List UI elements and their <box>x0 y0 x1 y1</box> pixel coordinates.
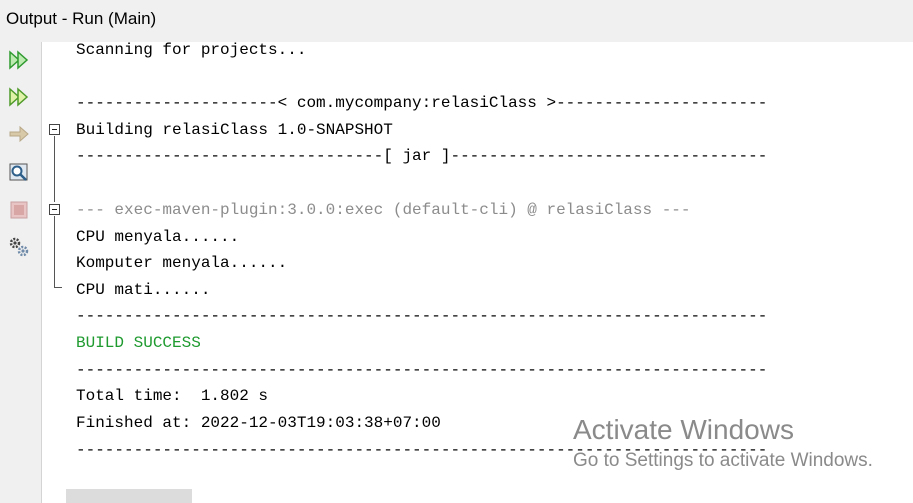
rerun-goals-button[interactable] <box>5 83 33 111</box>
output-line: ---------------------< com.mycompany:rel… <box>76 94 768 112</box>
build-status-line: BUILD SUCCESS <box>76 334 201 352</box>
fold-line-exec <box>54 216 55 287</box>
output-toolbar <box>0 40 40 503</box>
output-line: Total time: 1.802 s <box>76 387 269 405</box>
settings-icon <box>8 236 30 258</box>
resume-arrow-icon <box>8 123 30 145</box>
horizontal-scrollbar-thumb[interactable] <box>66 489 192 503</box>
fold-toggle-exec[interactable] <box>49 204 60 215</box>
stop-button[interactable] <box>5 196 33 224</box>
watermark-title: Activate Windows <box>573 414 794 445</box>
output-line: Building relasiClass 1.0-SNAPSHOT <box>76 121 393 139</box>
output-line: ----------------------------------------… <box>76 307 768 325</box>
output-window: Output - Run (Main) Scanning for project… <box>0 0 913 503</box>
output-line: CPU menyala...... <box>76 228 240 246</box>
magnifier-window-icon <box>8 161 30 183</box>
output-line: ----------------------------------------… <box>76 361 768 379</box>
output-line: Finished at: 2022-12-03T19:03:38+07:00 <box>76 414 441 432</box>
activate-windows-watermark: Activate Windows Go to Settings to activ… <box>573 413 873 473</box>
show-output-button[interactable] <box>5 158 33 186</box>
output-line: --------------------------------[ jar ]-… <box>76 147 768 165</box>
fold-toggle-build[interactable] <box>49 124 60 135</box>
fold-line-build <box>54 136 55 202</box>
output-line: Komputer menyala...... <box>76 254 288 272</box>
rerun-button[interactable] <box>5 46 33 74</box>
fold-end-exec <box>54 287 62 288</box>
fold-gutter <box>42 42 72 503</box>
rerun-icon <box>8 49 30 71</box>
output-line: --- exec-maven-plugin:3.0.0:exec (defaul… <box>76 201 691 219</box>
output-tab-title[interactable]: Output - Run (Main) <box>6 9 156 29</box>
resume-button[interactable] <box>5 120 33 148</box>
output-tab-header: Output - Run (Main) <box>0 0 913 40</box>
watermark-subtitle: Go to Settings to activate Windows. <box>573 450 873 471</box>
output-line: Scanning for projects... <box>76 42 307 59</box>
output-line: CPU mati...... <box>76 281 211 299</box>
stop-icon <box>8 199 30 221</box>
settings-button[interactable] <box>5 233 33 261</box>
rerun-goals-icon <box>8 86 30 108</box>
